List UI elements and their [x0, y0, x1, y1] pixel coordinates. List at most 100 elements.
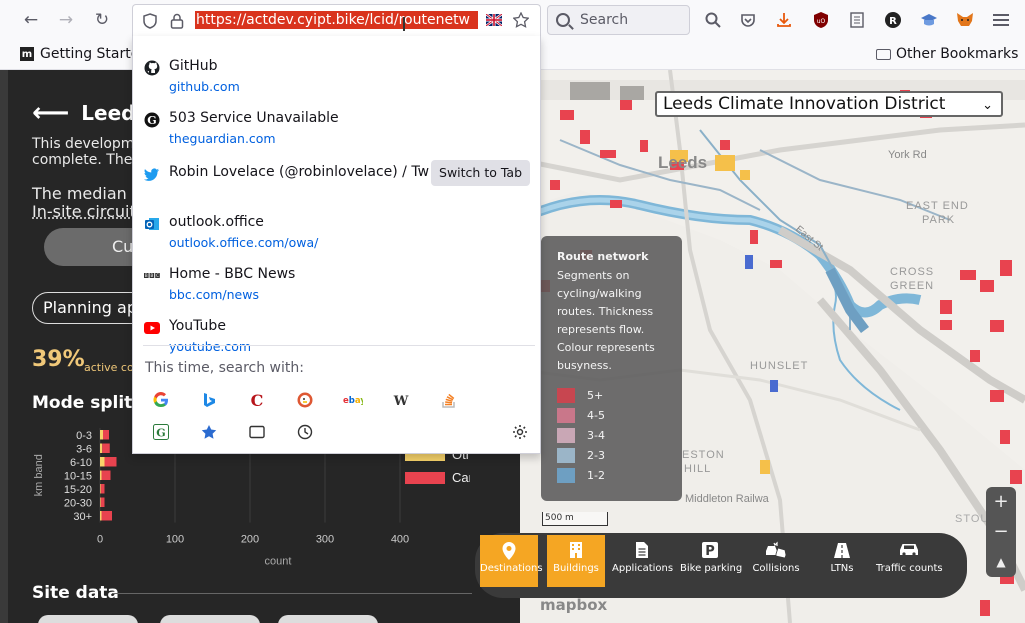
- zoom-in-button[interactable]: +: [986, 487, 1016, 517]
- bar-car: [104, 457, 117, 467]
- search-input[interactable]: Search: [547, 5, 690, 35]
- suggestion-url: bbc.com/news: [169, 287, 259, 302]
- layer-label: Collisions: [752, 563, 800, 574]
- url-suggestion[interactable]: G 503 Service Unavailable theguardian.com: [133, 108, 542, 160]
- bar-car: [101, 511, 112, 521]
- text-cursor: [403, 17, 405, 31]
- url-suggestion[interactable]: GitHub github.com: [133, 56, 542, 108]
- url-suggestion[interactable]: Robin Lovelace (@robinlovelace) / Tw Swit…: [133, 160, 542, 212]
- uk-flag-icon[interactable]: [485, 13, 503, 30]
- downloads-icon[interactable]: [774, 10, 794, 30]
- collision-icon: [746, 541, 806, 563]
- wikipedia-icon[interactable]: W: [391, 390, 411, 410]
- suggestion-url: theguardian.com: [169, 131, 276, 146]
- extension-cap-icon[interactable]: [919, 10, 939, 30]
- layer-button-collisions[interactable]: Collisions: [746, 535, 806, 587]
- bing-icon[interactable]: [199, 390, 219, 410]
- layer-label: Destinations: [480, 563, 543, 574]
- bar-other: [100, 511, 102, 521]
- guardian-icon: G: [143, 111, 160, 128]
- divider: [112, 593, 472, 594]
- tabs-icon[interactable]: [247, 422, 267, 442]
- url-suggestion[interactable]: B B C Home - BBC News bbc.com/news: [133, 264, 542, 316]
- g-icon[interactable]: G: [151, 422, 171, 442]
- history-icon[interactable]: [295, 422, 315, 442]
- zoom-out-button[interactable]: −: [986, 517, 1016, 547]
- layer-button-ltns[interactable]: LTNs: [813, 535, 871, 587]
- mozilla-m-icon: m: [20, 47, 34, 61]
- layer-label: Buildings: [553, 563, 599, 574]
- back-arrow-icon[interactable]: ⟵: [32, 98, 69, 128]
- bbc-icon: BBC: [143, 267, 160, 284]
- legend-row: 2-3: [557, 445, 666, 465]
- url-suggestion[interactable]: outlook.office outlook.office.com/owa/: [133, 212, 542, 264]
- reload-icon[interactable]: ↻: [89, 8, 115, 32]
- reader-icon[interactable]: [847, 10, 867, 30]
- youtube-icon: [143, 319, 160, 336]
- map-label-york-road: York Rd: [888, 149, 927, 161]
- legend-label: 3-4: [587, 428, 605, 442]
- layer-label: Traffic counts: [876, 563, 943, 574]
- folder-icon: [876, 48, 891, 60]
- metamask-fox-icon[interactable]: [955, 10, 975, 30]
- back-arrow-icon[interactable]: ←: [18, 8, 44, 32]
- settings-icon[interactable]: [510, 422, 530, 442]
- layer-button-traffic-counts[interactable]: Traffic counts: [876, 535, 943, 587]
- svg-text:G: G: [156, 427, 165, 440]
- mapbox-logo[interactable]: mapbox: [540, 596, 607, 614]
- google-icon[interactable]: [151, 390, 171, 410]
- stackexchange-icon[interactable]: [439, 390, 459, 410]
- bookmark-getting-started[interactable]: m Getting Starte: [20, 46, 139, 62]
- c-icon[interactable]: C: [247, 390, 267, 410]
- y-tick-label: 20-30: [64, 498, 92, 510]
- site-data-title: Site data: [32, 583, 119, 603]
- legend-label: Car: [452, 470, 470, 485]
- suggestion-title: GitHub: [169, 58, 218, 74]
- site-tab[interactable]: [160, 615, 260, 623]
- bookmark-star-icon[interactable]: [512, 11, 530, 32]
- svg-text:uO: uO: [817, 18, 826, 25]
- circuity-text[interactable]: In-site circuity: [32, 203, 145, 221]
- bar-car: [101, 470, 111, 480]
- legend-swatch: [557, 467, 575, 483]
- duckduckgo-icon[interactable]: [295, 390, 315, 410]
- legend-swatch: [405, 472, 445, 484]
- building-icon: [547, 541, 605, 563]
- site-tab[interactable]: [278, 615, 378, 623]
- pocket-icon[interactable]: [738, 10, 758, 30]
- layer-button-buildings[interactable]: Buildings: [547, 535, 605, 587]
- ebay-icon[interactable]: ebay: [343, 390, 363, 410]
- scale-bar: 500 m: [542, 512, 608, 526]
- site-select[interactable]: Leeds Climate Innovation District ⌄: [655, 91, 1003, 117]
- y-tick-label: 0-3: [76, 430, 92, 442]
- compass-button[interactable]: ▲: [986, 547, 1016, 577]
- map-label-cross-green-1: CROSS: [890, 266, 934, 278]
- forward-arrow-icon[interactable]: →: [53, 8, 79, 32]
- active-label: active co: [84, 361, 134, 374]
- layer-button-bike-parking[interactable]: P Bike parking: [680, 535, 742, 587]
- bookmarks-star-icon[interactable]: [199, 422, 219, 442]
- layer-button-applications[interactable]: Applications: [612, 535, 673, 587]
- chevron-down-icon: ⌄: [982, 98, 993, 113]
- zoom-search-icon[interactable]: [703, 10, 723, 30]
- legend-row: 3-4: [557, 425, 666, 445]
- lock-icon[interactable]: [170, 13, 184, 33]
- suggestion-url: youtube.com: [169, 339, 252, 354]
- map-label-leeds: Leeds: [658, 153, 707, 172]
- layer-button-destinations[interactable]: Destinations: [480, 535, 543, 587]
- url-dropdown: GitHub github.com G 503 Service Unavailable…: [132, 36, 541, 454]
- url-text-selected[interactable]: https://actdev.cyipt.bike/lcid/routenetw: [195, 11, 478, 29]
- switch-to-tab-button[interactable]: Switch to Tab: [431, 160, 530, 186]
- bookmark-other[interactable]: Other Bookmarks: [876, 46, 1018, 62]
- map-label-beeston-1: ESTON: [682, 449, 725, 461]
- y-tick-label: 30+: [73, 511, 92, 523]
- site-tab[interactable]: [38, 615, 138, 623]
- ublock-icon[interactable]: uO: [811, 10, 831, 30]
- bar-other: [100, 457, 105, 467]
- bar-car: [100, 497, 105, 507]
- shield-icon[interactable]: [143, 13, 157, 33]
- legend-swatch: [557, 387, 575, 403]
- account-r-icon[interactable]: R: [883, 10, 903, 30]
- bar-other: [100, 484, 101, 494]
- menu-icon[interactable]: [991, 10, 1011, 30]
